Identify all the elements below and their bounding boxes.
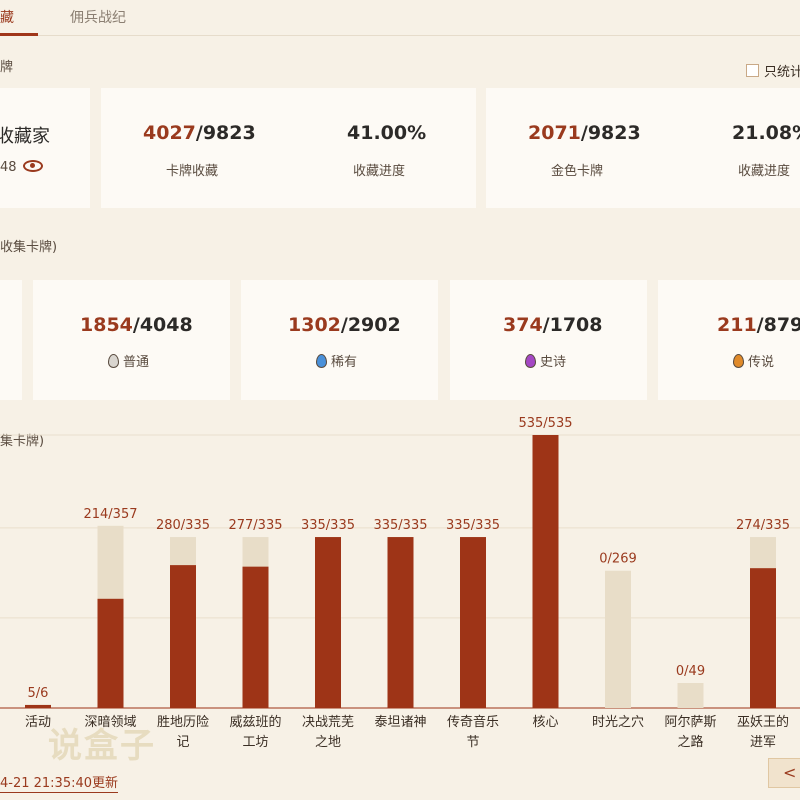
collector-count-row: 48 <box>0 160 43 175</box>
golden-cards-label: 金色卡牌 <box>551 164 604 179</box>
epic-gem-icon <box>525 354 536 368</box>
active-tab-indicator <box>0 33 38 36</box>
stat-only-checkbox[interactable]: 只统计 <box>746 61 800 80</box>
common-label: 普通 <box>108 351 149 370</box>
bar-owned[interactable] <box>170 565 196 708</box>
golden-progress-value: 21.08% <box>732 122 800 144</box>
bar-owned[interactable] <box>750 568 776 708</box>
tab-mercenaries[interactable]: 佣兵战纪 <box>70 7 126 27</box>
bar-value-label: 535/535 <box>518 416 572 431</box>
category-label: 之地 <box>315 735 341 750</box>
category-label: 工坊 <box>242 735 268 750</box>
checkbox-label: 只统计 <box>764 65 800 80</box>
bar-value-label: 0/49 <box>676 664 705 679</box>
prev-page-button[interactable]: < <box>768 758 800 788</box>
bar-value-label: 274/335 <box>736 518 790 533</box>
checkbox-box[interactable] <box>746 64 759 77</box>
tab-collection[interactable]: 藏 <box>0 7 14 27</box>
bar-owned[interactable] <box>460 537 486 708</box>
bar-value-label: 335/335 <box>446 518 500 533</box>
rarity-section-label: 收集卡牌) <box>0 240 58 255</box>
golden-cards-value: 2071/9823 <box>528 122 641 144</box>
card-collection-label: 卡牌收藏 <box>166 164 219 179</box>
category-label: 核心 <box>532 715 558 730</box>
rare-gem-icon <box>316 354 327 368</box>
bar-value-label: 0/269 <box>599 552 636 567</box>
category-label: 传奇音乐 <box>447 714 499 730</box>
tab-bar: 藏 佣兵战纪 <box>0 0 800 36</box>
category-label: 巫妖王的 <box>737 714 789 730</box>
bar-owned[interactable] <box>387 537 414 708</box>
collector-title: 收藏家 <box>0 126 50 147</box>
category-label: 威兹班的 <box>229 714 281 730</box>
rarity-card-partial <box>0 280 22 400</box>
common-gem-icon <box>108 354 119 368</box>
epic-value: 374/1708 <box>503 314 603 336</box>
bar-total[interactable] <box>605 570 631 708</box>
golden-card: 2071/9823 金色卡牌 21.08% 收藏进度 <box>486 88 800 208</box>
card-collection-value: 4027/9823 <box>143 122 256 144</box>
bar-owned[interactable] <box>532 435 559 708</box>
update-time-link[interactable]: 4-21 21:35:40更新 <box>0 772 119 793</box>
rare-value: 1302/2902 <box>288 314 401 336</box>
bar-owned[interactable] <box>315 537 341 708</box>
category-label: 节 <box>466 735 479 750</box>
watermark: 说盒子 <box>48 726 156 766</box>
collection-progress-label: 收藏进度 <box>353 164 406 179</box>
bar-total[interactable] <box>677 682 704 708</box>
rarity-card-common: 1854/4048 普通 <box>33 280 230 400</box>
collector-card: 收藏家 48 <box>0 88 90 208</box>
category-label: 泰坦诸神 <box>374 715 426 730</box>
category-label: 进军 <box>750 735 776 750</box>
bar-value-label: 5/6 <box>28 686 49 701</box>
legendary-value: 211/879 <box>717 314 800 336</box>
rarity-card-rare: 1302/2902 稀有 <box>241 280 438 400</box>
category-label: 记 <box>176 735 189 750</box>
category-label: 时光之穴 <box>592 715 644 730</box>
category-label: 胜地历险 <box>157 715 209 730</box>
category-label: 阿尔萨斯 <box>664 715 716 730</box>
collection-progress-value: 41.00% <box>347 122 427 144</box>
cards-section-label: 牌 <box>0 60 14 75</box>
bar-owned[interactable] <box>25 704 51 708</box>
category-label: 之路 <box>677 734 703 750</box>
category-label: 决战荒芜 <box>302 715 354 730</box>
bar-value-label: 214/357 <box>83 507 137 522</box>
collector-count: 48 <box>0 160 17 175</box>
card-collection-card: 4027/9823 卡牌收藏 41.00% 收藏进度 <box>101 88 476 208</box>
bar-value-label: 335/335 <box>373 518 427 533</box>
set-collection-chart: 5/6活动214/357深暗领域280/335胜地历险记277/335威兹班的工… <box>0 416 800 750</box>
rarity-card-epic: 374/1708 史诗 <box>450 280 647 400</box>
epic-label: 史诗 <box>525 351 566 370</box>
rare-label: 稀有 <box>316 351 357 370</box>
legendary-gem-icon <box>733 354 744 368</box>
bar-value-label: 335/335 <box>301 518 355 533</box>
bar-value-label: 280/335 <box>156 518 210 533</box>
legendary-label: 传说 <box>733 351 774 370</box>
bar-value-label: 277/335 <box>228 518 282 533</box>
golden-progress-label: 收藏进度 <box>738 164 791 179</box>
bar-owned[interactable] <box>97 598 124 708</box>
eye-icon[interactable] <box>22 160 43 172</box>
common-value: 1854/4048 <box>80 314 193 336</box>
rarity-card-legendary: 211/879 传说 <box>658 280 800 400</box>
bar-owned[interactable] <box>242 566 269 708</box>
